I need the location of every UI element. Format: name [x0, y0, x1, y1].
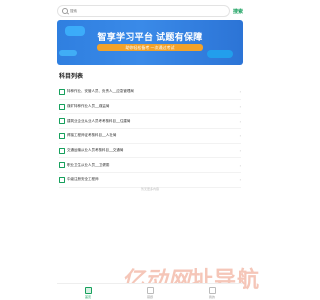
- subject-item-label: 特种作业、安管人员、负责人__应急管理局: [67, 89, 134, 94]
- document-icon: [59, 176, 65, 183]
- chevron-right-icon: ›: [239, 118, 241, 124]
- search-button[interactable]: 搜索: [233, 8, 243, 15]
- subject-item[interactable]: 特种作业、安管人员、负责人__应急管理局 ›: [59, 85, 241, 100]
- document-icon: [59, 132, 65, 139]
- subject-item-label: 煤矿特种作业人员__煤监局: [67, 104, 110, 109]
- subject-item-label: 职业卫生从业人员__卫健委: [67, 162, 110, 167]
- tab-wrong-questions[interactable]: 错题: [119, 284, 181, 300]
- chevron-right-icon: ›: [239, 89, 241, 95]
- document-icon: [59, 103, 65, 110]
- user-icon: [208, 286, 216, 294]
- subject-item[interactable]: 煤矿特种作业人员__煤监局 ›: [59, 100, 241, 115]
- subject-item-label: 交通运输从业人员考核科目__交通局: [67, 148, 124, 153]
- subject-item-label: 焊接工程师证考核科目__人社局: [67, 133, 117, 138]
- banner-title: 智享学习平台 试题有保障: [97, 32, 203, 42]
- subject-item[interactable]: 建筑业企业从业人员考考核科目__住建局 ›: [59, 114, 241, 130]
- subject-item[interactable]: 中级注册安全工程师 ›: [59, 173, 241, 188]
- banner-subtitle: 助你轻松备考 一次通过考试: [97, 44, 203, 51]
- tab-label: 错题: [146, 294, 153, 299]
- search-box[interactable]: [57, 5, 230, 17]
- tab-label: 我的: [208, 294, 215, 299]
- subject-item-label: 中级注册安全工程师: [67, 177, 99, 182]
- wrong-questions-icon: [146, 286, 154, 294]
- chevron-right-icon: ›: [239, 177, 241, 183]
- section-title: 科目列表: [59, 74, 84, 80]
- chevron-right-icon: ›: [239, 148, 241, 154]
- chevron-right-icon: ›: [239, 104, 241, 110]
- banner-decoration: [207, 50, 233, 58]
- banner-decoration: [59, 50, 77, 56]
- search-input[interactable]: [70, 9, 190, 13]
- tab-profile[interactable]: 我的: [181, 284, 243, 300]
- search-bar: 搜索: [57, 5, 243, 17]
- bottom-tab-bar: 首页 错题 我的: [57, 283, 243, 300]
- document-icon: [59, 118, 65, 125]
- list-end-text: 暂无更多内容: [140, 187, 159, 191]
- document-icon: [59, 88, 65, 95]
- app-page: 搜索 智享学习平台 试题有保障 助你轻松备考 一次通过考试 科目列表 特种作业、…: [0, 0, 300, 300]
- document-icon: [59, 147, 65, 154]
- home-icon: [84, 286, 92, 294]
- document-icon: [59, 162, 65, 169]
- subject-item[interactable]: 交通运输从业人员考核科目__交通局 ›: [59, 144, 241, 159]
- search-icon: [62, 8, 68, 14]
- chevron-right-icon: ›: [239, 133, 241, 139]
- tab-home[interactable]: 首页: [57, 284, 119, 300]
- subject-list: 特种作业、安管人员、负责人__应急管理局 › 煤矿特种作业人员__煤监局 › 建…: [59, 85, 241, 188]
- subject-item-label: 建筑业企业从业人员考考核科目__住建局: [67, 118, 131, 123]
- tab-label: 首页: [84, 294, 91, 299]
- subject-item[interactable]: 职业卫生从业人员__卫健委 ›: [59, 158, 241, 174]
- promo-banner[interactable]: 智享学习平台 试题有保障 助你轻松备考 一次通过考试: [57, 20, 243, 65]
- subject-item[interactable]: 焊接工程师证考核科目__人社局 ›: [59, 129, 241, 144]
- chevron-right-icon: ›: [239, 162, 241, 168]
